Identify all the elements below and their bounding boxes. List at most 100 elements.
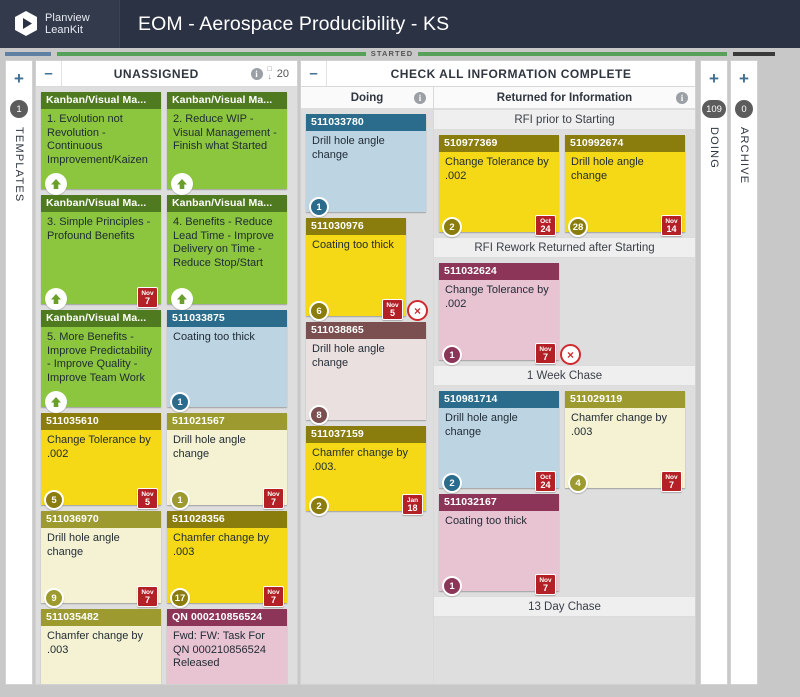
collapse-column-unassigned-button[interactable]: – (36, 61, 62, 86)
brand-line-2: LeanKit (45, 24, 84, 36)
sublanes-check: Doing i 511033780 Drill hole angle change… (301, 87, 695, 684)
column-header-unassigned: – UNASSIGNED i □ ↓ 20 (36, 61, 297, 87)
card[interactable]: 511036970 Drill hole angle change 9 Nov 7 (41, 511, 161, 608)
sort-icon[interactable]: □ ↓ (268, 66, 272, 81)
card[interactable]: 511029119 Chamfer change by .003 4 Nov 7 (565, 391, 685, 493)
card[interactable]: 510981714 Drill hole angle change 2 Oct 24 (439, 391, 559, 493)
column-check-all-information-complete: – CHECK ALL INFORMATION COMPLETE Doing i… (300, 60, 696, 685)
due-date-chip: Nov 7 (535, 343, 556, 364)
column-meta-unassigned: i □ ↓ 20 (250, 66, 297, 81)
card-title: Change Tolerance by .002 (439, 152, 559, 214)
promote-arrow-icon[interactable] (171, 288, 193, 310)
promote-arrow-icon[interactable] (45, 173, 67, 195)
sublane-unassigned: Kanban/Visual Ma... 1. Evolution not Revo… (36, 87, 297, 684)
card-footer: 1 Nov 7 (439, 573, 559, 596)
card[interactable]: 511033875 Coating too thick 1 (167, 310, 287, 412)
card-id-header: Kanban/Visual Ma... (41, 195, 161, 212)
card[interactable]: 511033780 Drill hole angle change 1 (306, 114, 426, 217)
lane-strip: STARTED (0, 48, 800, 60)
promote-arrow-icon[interactable] (45, 391, 67, 413)
promote-arrow-icon[interactable] (45, 288, 67, 310)
card-title: 1. Evolution not Revolution - Continuous… (41, 109, 161, 171)
card[interactable]: Kanban/Visual Ma... 2. Reduce WIP - Visua… (167, 92, 287, 195)
card[interactable]: 511028356 Chamfer change by .003 17 Nov 7 (167, 511, 287, 608)
column-title-unassigned: UNASSIGNED (113, 66, 199, 81)
sublane-returned-for-information: Returned for Information i RFI prior to … (434, 87, 695, 684)
due-date-day: 5 (389, 307, 395, 318)
card[interactable]: Kanban/Visual Ma... 5. More Benefits - Im… (41, 310, 161, 413)
app-header: Planview LeanKit EOM - Aerospace Produci… (0, 0, 800, 48)
card[interactable]: QN 000210856524 Fwd: FW: Task For QN 0002… (167, 609, 287, 684)
card-footer: 2 Oct 24 (439, 470, 559, 493)
rail-templates[interactable]: + 1 TEMPLATES (5, 60, 33, 685)
card[interactable]: 510977369 Change Tolerance by .002 2 Oct 24 (439, 135, 559, 237)
card[interactable]: 511037159 Chamfer change by .003. 2 Jan 18 (306, 426, 426, 516)
card-title: Coating too thick (167, 327, 287, 389)
card-id-header: Kanban/Visual Ma... (41, 310, 161, 327)
card-footer: 4 Nov 7 (565, 470, 685, 493)
add-card-doing-button[interactable]: + (709, 70, 719, 87)
info-icon[interactable]: i (676, 91, 688, 104)
card-id-header: QN 000210856524 (167, 609, 287, 626)
card[interactable]: 511032167 Coating too thick 1 Nov 7 (439, 494, 559, 596)
card-count-badge: 6 (309, 301, 329, 321)
lane-group-title: RFI prior to Starting (434, 109, 695, 130)
planview-logo-icon (14, 11, 38, 37)
card[interactable]: Kanban/Visual Ma... 1. Evolution not Revo… (41, 92, 161, 195)
board-columns: – UNASSIGNED i □ ↓ 20 Kanban/Visual Ma...… (35, 60, 698, 685)
info-icon[interactable]: i (250, 67, 263, 80)
brand-logo[interactable]: Planview LeanKit (0, 0, 120, 48)
card-count-badge: 9 (44, 588, 64, 608)
card-id-header: 511038865 (306, 322, 426, 339)
card-footer: 2 Oct 24 (439, 214, 559, 237)
lane-strip-archive (733, 52, 775, 56)
sublanes-unassigned: Kanban/Visual Ma... 1. Evolution not Revo… (36, 87, 297, 684)
card-title: Drill hole angle change (439, 408, 559, 470)
card[interactable]: 511021567 Drill hole angle change 1 Nov 7 (167, 413, 287, 510)
lane-strip-templates (5, 52, 51, 56)
card-id-header: 511037159 (306, 426, 426, 443)
card-count-badge: 2 (442, 473, 462, 493)
due-date-day: 14 (666, 223, 677, 234)
card[interactable]: Kanban/Visual Ma... 4. Benefits - Reduce … (167, 195, 287, 310)
card-title: Chamfer change by .003 (41, 626, 161, 684)
card-footer (41, 389, 161, 413)
blocked-icon[interactable]: × (560, 344, 581, 365)
card-footer: 6 Nov 5 × (306, 298, 428, 321)
card[interactable]: 511030976 Coating too thick 6 Nov 5 × (306, 218, 428, 321)
card[interactable]: 511035482Chamfer change by .0031Nov7 (41, 609, 161, 684)
due-date-day: 7 (144, 594, 150, 605)
card-id-header: 510992674 (565, 135, 685, 152)
lane-group-list-returned: RFI prior to Starting 510977369 Change Tol… (434, 109, 695, 684)
collapse-column-check-button[interactable]: – (301, 61, 327, 86)
due-date-day: 7 (144, 295, 150, 306)
sublane-title-returned: Returned for Information (496, 91, 633, 104)
card[interactable]: 511035610 Change Tolerance by .002 5 Nov 5 (41, 413, 161, 510)
card[interactable]: 511038865 Drill hole angle change 8 (306, 322, 426, 425)
card-id-header: 511033780 (306, 114, 426, 131)
add-card-archive-button[interactable]: + (739, 70, 749, 87)
card[interactable]: 511032624 Change Tolerance by .002 1 Nov 7 × (439, 263, 581, 365)
promote-arrow-icon[interactable] (171, 173, 193, 195)
card-id-header: 511035482 (41, 609, 161, 626)
due-date-day: 7 (270, 496, 276, 507)
due-date-chip: Nov 7 (661, 471, 682, 492)
horizontal-scrollbar[interactable] (0, 685, 800, 697)
info-icon[interactable]: i (414, 91, 426, 104)
blocked-icon[interactable]: × (407, 300, 428, 321)
lane-group-cards (434, 617, 695, 684)
lane-group-cards: 510977369 Change Tolerance by .002 2 Oct 24 5… (434, 130, 695, 237)
card-id-header: 511021567 (167, 413, 287, 430)
rail-doing[interactable]: + 109 DOING (700, 60, 728, 685)
sublane-header-doing: Doing i (301, 87, 433, 109)
card-footer (41, 171, 161, 195)
rail-label-archive: ARCHIVE (738, 127, 750, 185)
card-id-header: 511032624 (439, 263, 559, 280)
card-id-header: 511033875 (167, 310, 287, 327)
rail-archive[interactable]: + 0 ARCHIVE (730, 60, 758, 685)
card[interactable]: Kanban/Visual Ma... 3. Simple Principles … (41, 195, 161, 310)
add-card-templates-button[interactable]: + (14, 70, 24, 87)
card-id-header: 511028356 (167, 511, 287, 528)
card[interactable]: 510992674 Drill hole angle change 28 Nov 14 (565, 135, 685, 237)
card-count-badge: 1 (309, 197, 329, 217)
